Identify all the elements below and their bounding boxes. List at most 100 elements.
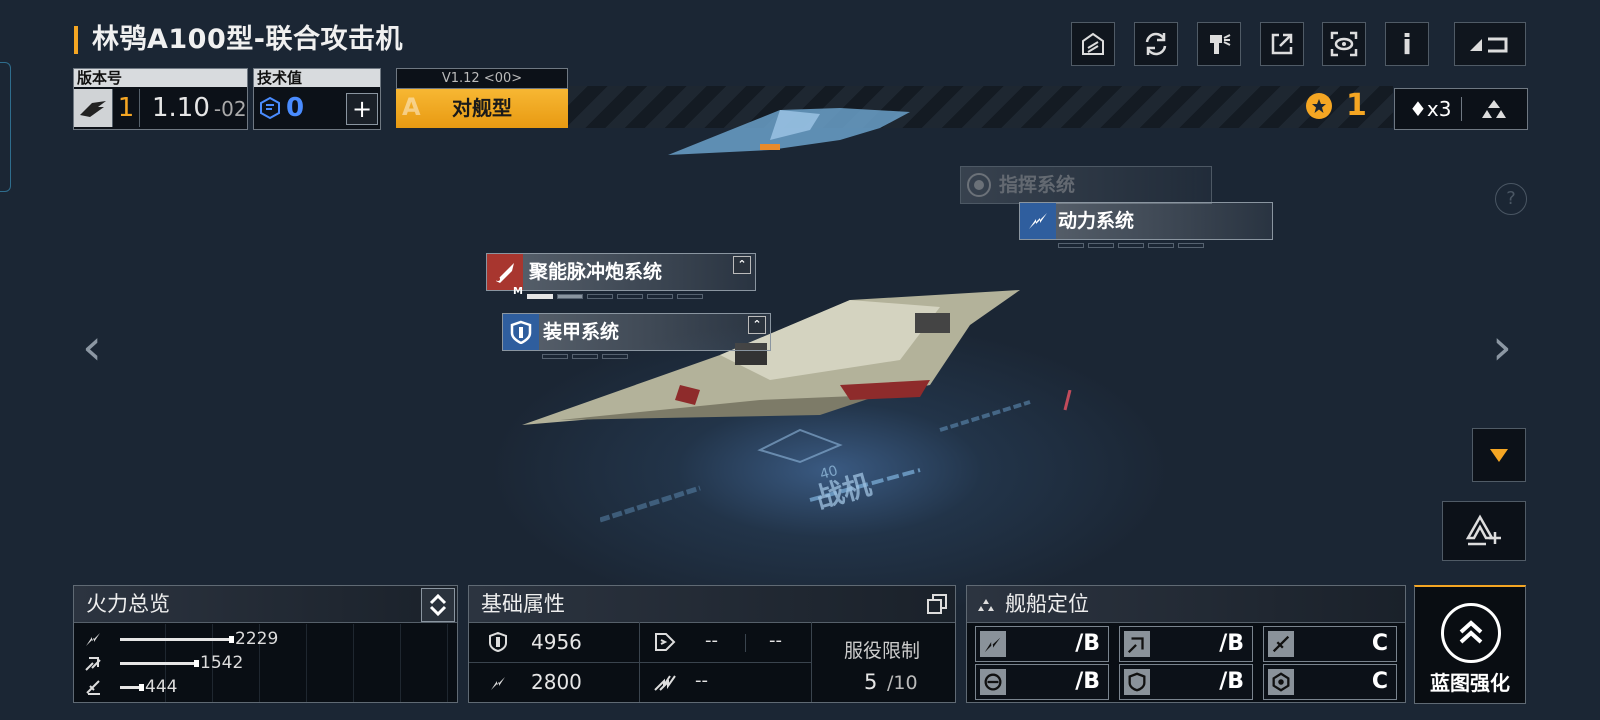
rating-cell[interactable]: /B [1119,626,1253,662]
rank-up-icon [1481,98,1507,124]
firepower-value: 2229 [235,629,279,649]
pulse-cannon-collapse-icon[interactable]: ⌃ [733,256,751,274]
medal-icon [1306,93,1332,119]
add-tech-button[interactable]: + [346,93,378,125]
pulse-cannon-system[interactable]: M 聚能脉冲炮系统 ⌃ [486,253,756,297]
holo-platform [600,390,1072,523]
siege-icon [1268,631,1294,657]
tech-icon [1268,669,1294,695]
blueprint-icon[interactable] [1071,22,1115,66]
attr-divider-v2 [811,622,812,702]
tech-box: 技术值 0 + [253,68,381,130]
refresh-icon[interactable] [1134,22,1178,66]
back-icon[interactable] [1454,22,1526,66]
tech-label: 技术值 [254,69,380,87]
tech-icon [258,89,286,127]
hp-value: 4956 [531,630,582,654]
medal-count: 1 [1346,88,1367,123]
firepower-bar [120,683,144,691]
rating-value: /B [1075,631,1100,656]
version-major: 1.10 [152,93,210,123]
pulse-cannon-levels [527,294,703,299]
command-system-icon [961,167,997,203]
shield-sep [745,634,746,652]
firepower-row: 2229 [84,628,278,650]
rating-cell[interactable]: /B [975,664,1109,700]
attr-divider-h [469,662,811,663]
firepower-row: 444 [84,676,177,698]
help-icon[interactable]: ? [1495,183,1527,215]
ship-class-icon [74,89,113,127]
armor-system-icon [503,314,539,350]
armor-collapse-icon[interactable]: ⌃ [748,316,766,334]
shield-icon [654,632,676,656]
hp-icon [489,631,507,656]
model-type-badge[interactable]: A 对舰型 [396,89,568,128]
model-version-tag: V1.12 <00> [396,68,568,89]
next-ship-arrow[interactable]: › [1492,322,1512,372]
attributes-panel[interactable]: 基础属性 4956 -- -- 2800 -- 服役限制 5 /10 [468,585,956,703]
selected-ship-preview[interactable] [660,100,920,160]
formation-add-icon[interactable] [1442,501,1526,561]
enhance-icon [1441,603,1501,663]
view-icon[interactable] [1322,22,1366,66]
firepower-bar [120,659,199,667]
firepower-panel[interactable]: 火力总览 2229 1542 444 [73,585,458,703]
version-box: 版本号 1 1.10 -02 [73,68,248,130]
mobility-value: -- [695,670,708,691]
prev-ship-arrow[interactable]: ‹ [82,322,102,372]
expand-down-icon[interactable] [1472,428,1526,482]
anti-ship-icon [980,631,1006,657]
blueprint-enhance-button[interactable]: 蓝图强化 [1414,585,1526,704]
armor-system[interactable]: 装甲系统 ⌃ [502,313,771,351]
rating-cell[interactable]: /B [975,626,1109,662]
command-system[interactable]: 指挥系统 [960,166,1212,204]
attr-divider-v1 [639,622,640,702]
share-icon[interactable] [1260,22,1304,66]
rating-cell[interactable]: /B [1119,664,1253,700]
defense-icon [1124,669,1150,695]
attributes-detail-icon[interactable] [923,590,951,618]
firepower-value: 1542 [200,653,244,673]
armor-system-label: 装甲系统 [543,321,620,343]
rating-value: /B [1219,669,1244,694]
pulse-cannon-badge: M [513,286,523,297]
attributes-title: 基础属性 [469,586,955,623]
version-level: 1 [113,89,140,127]
positioning-panel[interactable]: 舰船定位 /B/B C/B/B C [966,585,1406,703]
power-system[interactable]: 动力系统 [1019,202,1273,240]
firepower-value: 444 [145,677,178,697]
shield-value-b: -- [769,630,782,651]
rating-value: /B [1219,631,1244,656]
positioning-title: 舰船定位 [967,586,1405,623]
model-box: V1.12 <00> A 对舰型 [396,68,568,128]
rank-divider [1461,97,1462,121]
speed-icon [489,674,507,696]
rating-value: C [1371,669,1388,694]
rating-cell[interactable]: C [1263,626,1397,662]
pulse-cannon-label: 聚能脉冲炮系统 [529,261,663,283]
service-current: 5 [864,670,878,694]
command-system-label: 指挥系统 [999,174,1076,196]
firepower-title: 火力总览 [74,586,457,623]
version-label: 版本号 [74,69,247,87]
rating-value: /B [1075,669,1100,694]
enhance-label: 蓝图强化 [1430,671,1510,695]
rating-cell[interactable]: C [1263,664,1397,700]
service-max: /10 [887,672,918,694]
power-system-label: 动力系统 [1058,210,1135,232]
armor-system-levels [542,354,628,359]
version-number: 1.10 -02 [140,89,258,127]
ship-title: 林鸮A100型-联合攻击机 [74,26,403,54]
firepower-toggle-icon[interactable] [421,588,455,622]
rank-box[interactable]: ♦x3 [1394,88,1528,130]
service-limit-label: 服役限制 [844,640,921,662]
side-drawer-tab[interactable] [0,62,11,192]
speed-value: 2800 [531,670,582,694]
paint-icon[interactable] [1197,22,1241,66]
positioning-icon [977,597,995,616]
power-system-levels [1058,243,1204,248]
firepower-icon [84,630,120,648]
firepower-bar [120,635,234,643]
info-icon[interactable]: i [1385,22,1429,66]
